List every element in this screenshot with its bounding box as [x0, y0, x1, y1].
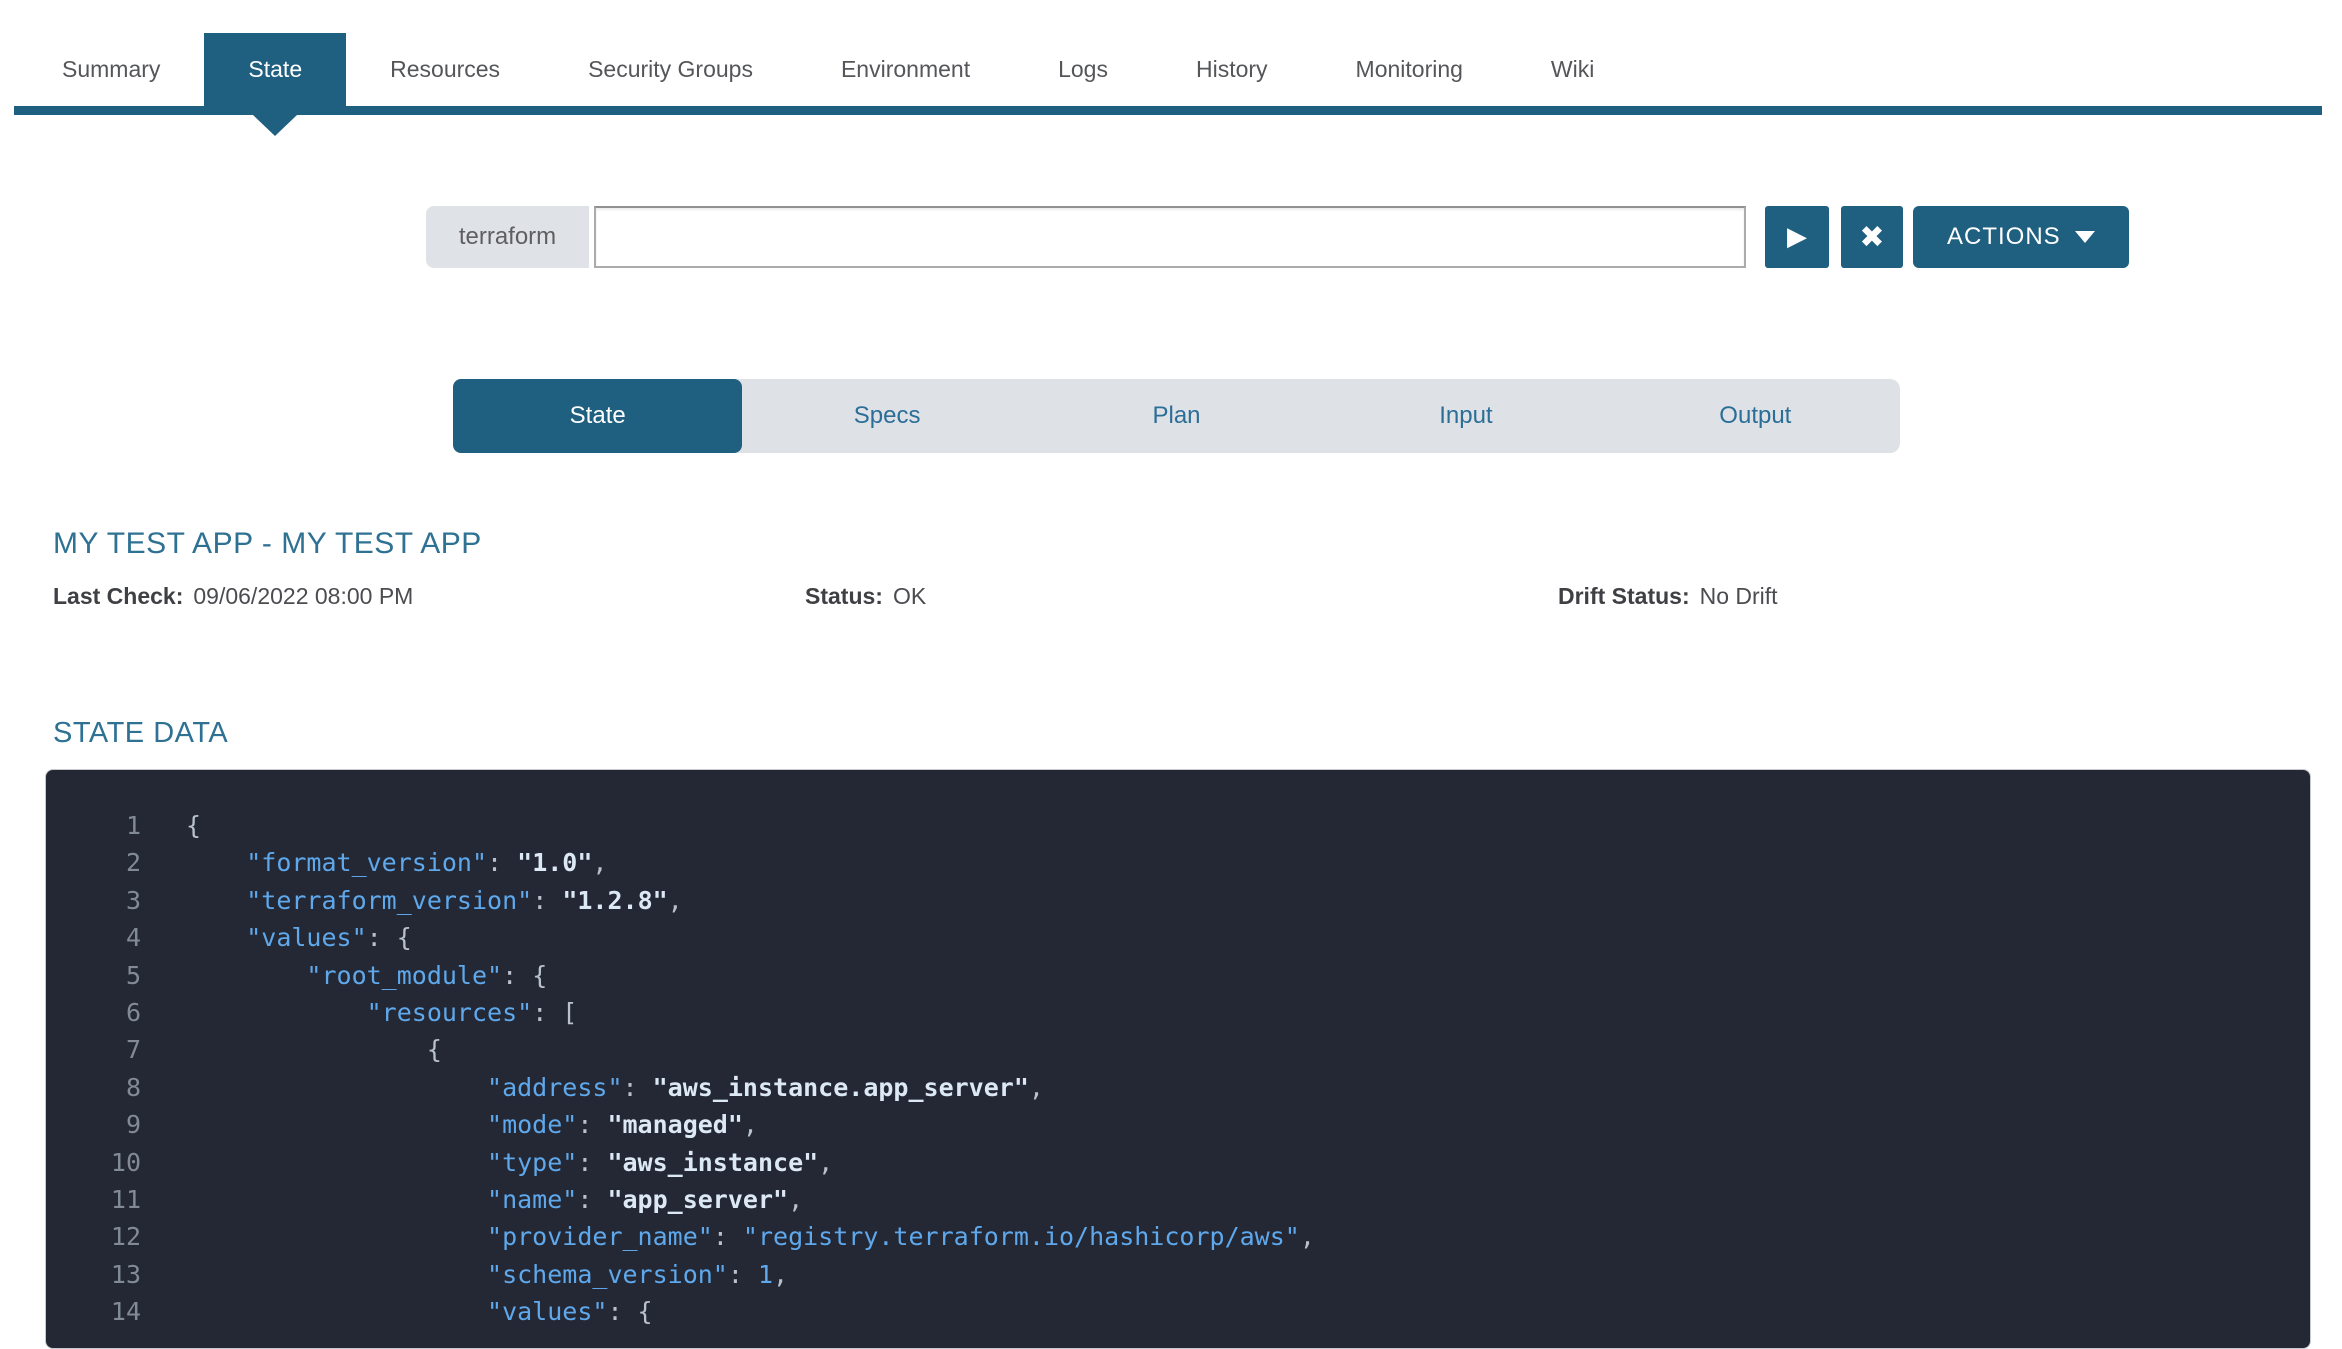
state-code-block: 1{2 "format_version": "1.0",3 "terraform…: [45, 769, 2311, 1349]
tab-resources[interactable]: Resources: [346, 33, 544, 106]
clear-command-button[interactable]: ✖: [1841, 206, 1903, 268]
line-number: 3: [46, 882, 141, 919]
line-number: 10: [46, 1144, 141, 1181]
nav-underline-bar: [14, 106, 2322, 115]
drift-status-field: Drift Status: No Drift: [1558, 583, 1778, 610]
state-data-heading: STATE DATA: [53, 717, 228, 750]
last-check-field: Last Check: 09/06/2022 08:00 PM: [53, 583, 413, 610]
line-number: 4: [46, 919, 141, 956]
code-line: 13 "schema_version": 1,: [46, 1256, 2310, 1293]
tab-logs[interactable]: Logs: [1014, 33, 1152, 106]
tab-label: Summary: [62, 56, 160, 82]
code-line: 5 "root_module": {: [46, 957, 2310, 994]
last-check-label: Last Check:: [53, 583, 183, 609]
status-field: Status: OK: [805, 583, 926, 610]
line-number: 5: [46, 957, 141, 994]
line-number: 1: [46, 807, 141, 844]
code-line: 6 "resources": [: [46, 994, 2310, 1031]
tab-state[interactable]: State: [204, 33, 346, 106]
tab-environment[interactable]: Environment: [797, 33, 1014, 106]
line-number: 6: [46, 994, 141, 1031]
line-number: 8: [46, 1069, 141, 1106]
subtab-plan[interactable]: Plan: [1032, 379, 1321, 453]
tab-security-groups[interactable]: Security Groups: [544, 33, 797, 106]
code-line: 10 "type": "aws_instance",: [46, 1144, 2310, 1181]
command-addon-label: terraform: [426, 206, 589, 268]
tab-label: Wiki: [1551, 56, 1594, 82]
code-line: 9 "mode": "managed",: [46, 1106, 2310, 1143]
tab-label: Logs: [1058, 56, 1108, 82]
subtab-state[interactable]: State: [453, 379, 742, 453]
subtab-input[interactable]: Input: [1321, 379, 1610, 453]
tab-wiki[interactable]: Wiki: [1507, 33, 1638, 106]
drift-status-label: Drift Status:: [1558, 583, 1690, 609]
subtab-output[interactable]: Output: [1611, 379, 1900, 453]
play-icon: ▶: [1787, 222, 1807, 252]
code-line: 12 "provider_name": "registry.terraform.…: [46, 1218, 2310, 1255]
line-number: 2: [46, 844, 141, 881]
actions-dropdown-button[interactable]: ACTIONS: [1913, 206, 2129, 268]
run-command-button[interactable]: ▶: [1765, 206, 1829, 268]
state-sub-tabs: StateSpecsPlanInputOutput: [453, 379, 1900, 453]
code-line: 3 "terraform_version": "1.2.8",: [46, 882, 2310, 919]
nav-tab-row: Summary State Resources Security Groups Envi…: [0, 33, 2342, 106]
tab-summary[interactable]: Summary: [18, 33, 204, 106]
actions-label: ACTIONS: [1947, 223, 2061, 251]
code-line: 14 "values": {: [46, 1293, 2310, 1330]
drift-status-value: No Drift: [1700, 583, 1778, 609]
line-number: 14: [46, 1293, 141, 1330]
x-icon: ✖: [1859, 220, 1884, 255]
code-line: 2 "format_version": "1.0",: [46, 844, 2310, 881]
line-number: 11: [46, 1181, 141, 1218]
line-number: 12: [46, 1218, 141, 1255]
line-number: 7: [46, 1031, 141, 1068]
tab-monitoring[interactable]: Monitoring: [1312, 33, 1507, 106]
subtab-specs[interactable]: Specs: [742, 379, 1031, 453]
tab-label: State: [248, 56, 302, 82]
status-label: Status:: [805, 583, 883, 609]
page-title: MY TEST APP - MY TEST APP: [53, 527, 482, 561]
caret-down-icon: [2075, 231, 2095, 243]
code-line: 1{: [46, 807, 2310, 844]
last-check-value: 09/06/2022 08:00 PM: [193, 583, 413, 609]
code-line: 11 "name": "app_server",: [46, 1181, 2310, 1218]
tab-label: Security Groups: [588, 56, 753, 82]
line-number: 13: [46, 1256, 141, 1293]
tab-label: Resources: [390, 56, 500, 82]
code-line: 4 "values": {: [46, 919, 2310, 956]
top-nav: Summary State Resources Security Groups Envi…: [0, 0, 2342, 106]
command-input[interactable]: [594, 206, 1746, 268]
code-line: 8 "address": "aws_instance.app_server",: [46, 1069, 2310, 1106]
command-bar: terraform ▶ ✖ ACTIONS: [426, 206, 2129, 268]
tab-label: Monitoring: [1356, 56, 1463, 82]
tab-history[interactable]: History: [1152, 33, 1312, 106]
status-value: OK: [893, 583, 926, 609]
tab-label: History: [1196, 56, 1268, 82]
line-number: 9: [46, 1106, 141, 1143]
code-line: 7 {: [46, 1031, 2310, 1068]
tab-label: Environment: [841, 56, 970, 82]
